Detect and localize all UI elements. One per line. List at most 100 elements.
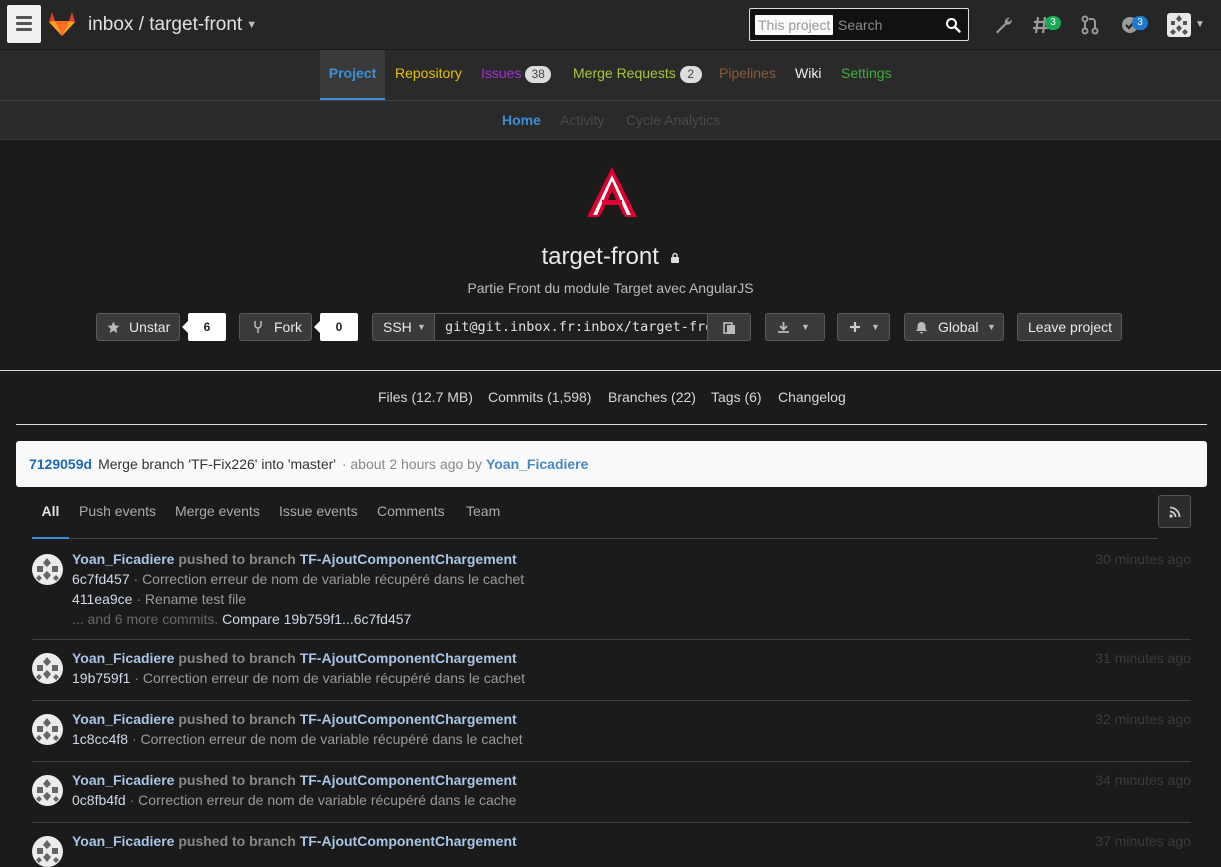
event-item: Yoan_Ficadiere pushed to branch TF-Ajout… [32, 541, 1191, 640]
event-branch-link[interactable]: TF-AjoutComponentChargement [300, 650, 517, 666]
merge-requests-count-badge: 2 [679, 66, 702, 83]
leave-project-button[interactable]: Leave project [1017, 313, 1122, 341]
fork-icon [254, 321, 262, 333]
commit-line: 411ea9ce · Rename test file [72, 591, 246, 607]
rss-icon [1169, 506, 1181, 518]
notification-dropdown[interactable]: Global ▼ [904, 313, 1004, 341]
gitlab-logo[interactable] [48, 11, 76, 37]
user-avatar[interactable] [32, 714, 63, 745]
chevron-down-icon: ▼ [801, 322, 810, 332]
nav-tab-label: Wiki [795, 65, 822, 81]
event-branch-link[interactable]: TF-AjoutComponentChargement [300, 833, 517, 849]
event-user-link[interactable]: Yoan_Ficadiere [72, 833, 174, 849]
commit-sha-link[interactable]: 0c8fb4fd [72, 792, 126, 808]
menu-toggle-button[interactable] [7, 5, 41, 43]
download-dropdown[interactable]: ▼ [765, 313, 825, 341]
project-logo-angular [587, 167, 637, 217]
event-tab-issue[interactable]: Issue events [279, 496, 358, 539]
admin-wrench-icon[interactable] [991, 13, 1015, 37]
event-user-link[interactable]: Yoan_Ficadiere [72, 772, 174, 788]
fork-button-label: Fork [274, 319, 302, 335]
nav-tab-merge-requests[interactable]: Merge Requests 2 [573, 50, 702, 100]
chevron-down-icon: ▼ [1195, 19, 1205, 30]
clone-url-input[interactable]: git@git.inbox.fr:inbox/target-front.git [434, 313, 708, 341]
nav-tab-label: Issues [481, 65, 522, 81]
stats-changelog-link[interactable]: Changelog [778, 389, 846, 405]
last-commit-meta: · about 2 hours ago by [341, 456, 482, 472]
nav-tab-project[interactable]: Project [320, 50, 385, 100]
compare-link[interactable]: Compare 19b759f1...6c7fd457 [222, 611, 411, 627]
user-avatar[interactable] [32, 554, 63, 585]
event-branch-link[interactable]: TF-AjoutComponentChargement [300, 772, 517, 788]
protocol-dropdown[interactable]: SSH ▼ [372, 313, 435, 341]
project-nav: Project Repository Issues 38 Merge Reques… [0, 50, 1221, 101]
nav-tab-settings[interactable]: Settings [841, 50, 892, 100]
user-menu-dropdown[interactable]: ▼ [1167, 12, 1213, 38]
search-scope-badge[interactable]: This project [755, 15, 834, 35]
commit-message: Correction erreur de nom de variable réc… [142, 571, 525, 587]
commit-sha-link[interactable]: 19b759f1 [72, 670, 130, 686]
star-button[interactable]: Unstar [96, 313, 180, 341]
project-path-title[interactable]: inbox / target-front ▼ [88, 14, 257, 36]
separator: · [131, 731, 137, 747]
last-commit-sha-link[interactable]: 7129059d [29, 456, 92, 472]
search-input[interactable] [838, 9, 938, 40]
event-action: pushed to branch [178, 711, 296, 727]
commit-message: Correction erreur de nom de variable réc… [138, 792, 517, 808]
nav-tab-issues[interactable]: Issues 38 [481, 50, 551, 100]
last-commit-author-link[interactable]: Yoan_Ficadiere [486, 456, 588, 472]
rss-feed-button[interactable] [1158, 495, 1191, 528]
top-header: inbox / target-front▼ This project 3 3 ▼ [0, 0, 1221, 50]
event-tab-push[interactable]: Push events [79, 496, 156, 539]
event-branch-link[interactable]: TF-AjoutComponentChargement [300, 551, 517, 567]
stats-files-link[interactable]: Files (12.7 MB) [378, 389, 473, 405]
merge-requests-icon[interactable] [1078, 13, 1102, 37]
commit-message: Correction erreur de nom de variable réc… [142, 670, 525, 686]
event-header: Yoan_Ficadiere pushed to branch TF-Ajout… [72, 711, 517, 727]
commit-sha-link[interactable]: 1c8cc4f8 [72, 731, 128, 747]
chevron-down-icon: ▼ [871, 322, 880, 332]
subnav-tab-cycle-analytics[interactable]: Cycle Analytics [626, 101, 720, 139]
download-icon [778, 322, 789, 333]
event-user-link[interactable]: Yoan_Ficadiere [72, 551, 174, 567]
star-icon [107, 321, 120, 333]
fork-count[interactable]: 0 [314, 313, 358, 341]
event-tab-merge[interactable]: Merge events [175, 496, 260, 539]
subnav-tab-home[interactable]: Home [502, 101, 541, 139]
event-user-link[interactable]: Yoan_Ficadiere [72, 650, 174, 666]
event-time: 37 minutes ago [1095, 833, 1191, 849]
notification-label: Global [938, 319, 979, 335]
copy-url-button[interactable] [707, 313, 751, 341]
event-tab-comments[interactable]: Comments [377, 496, 445, 539]
subnav-tab-activity[interactable]: Activity [560, 101, 604, 139]
chevron-down-icon: ▼ [246, 18, 258, 31]
star-button-label: Unstar [129, 319, 171, 335]
fork-button[interactable]: Fork [239, 313, 312, 341]
nav-tab-label: Project [328, 65, 377, 81]
commit-message: Rename test file [144, 591, 247, 607]
commit-sha-link[interactable]: 411ea9ce [72, 591, 132, 607]
event-branch-link[interactable]: TF-AjoutComponentChargement [300, 711, 517, 727]
search-icon[interactable] [945, 17, 961, 33]
event-tab-all[interactable]: All [32, 496, 69, 539]
nav-tab-label: Pipelines [719, 65, 776, 81]
nav-tab-pipelines[interactable]: Pipelines [719, 50, 776, 100]
last-commit-message[interactable]: Merge branch 'TF-Fix226' into 'master' [98, 456, 336, 472]
add-new-dropdown[interactable]: ▼ [837, 313, 890, 341]
event-header: Yoan_Ficadiere pushed to branch TF-Ajout… [72, 772, 517, 788]
nav-tab-repository[interactable]: Repository [395, 50, 462, 100]
stats-commits-link[interactable]: Commits (1,598) [488, 389, 591, 405]
star-count[interactable]: 6 [182, 313, 226, 341]
stats-branches-link[interactable]: Branches (22) [608, 389, 696, 405]
event-action: pushed to branch [178, 833, 296, 849]
nav-tab-wiki[interactable]: Wiki [795, 50, 821, 100]
user-avatar[interactable] [32, 653, 63, 684]
event-user-link[interactable]: Yoan_Ficadiere [72, 711, 174, 727]
user-avatar[interactable] [32, 775, 63, 806]
commit-line: 19b759f1 · Correction erreur de nom de v… [72, 670, 525, 686]
project-subnav: Home Activity Cycle Analytics [0, 101, 1221, 140]
issues-count-badge: 3 [1045, 16, 1061, 30]
stats-tags-link[interactable]: Tags (6) [711, 389, 762, 405]
event-tab-team[interactable]: Team [466, 496, 500, 539]
commit-sha-link[interactable]: 6c7fd457 [72, 571, 130, 587]
